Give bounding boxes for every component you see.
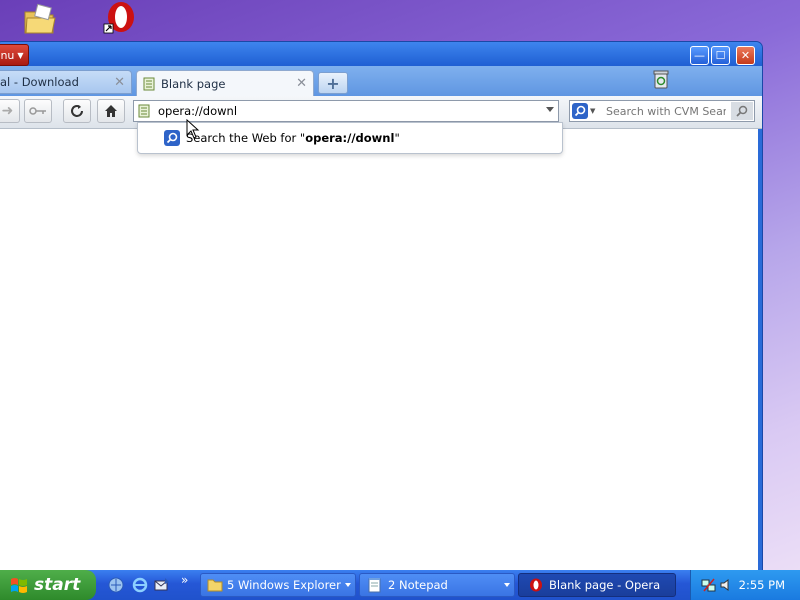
system-tray: 2:55 PM <box>690 570 800 600</box>
tab-close-icon[interactable]: ✕ <box>296 76 307 91</box>
address-input[interactable] <box>156 103 540 119</box>
search-engine-icon <box>164 130 180 146</box>
new-tab-button[interactable]: + <box>318 72 348 94</box>
reload-icon <box>71 105 83 117</box>
start-label: start <box>34 575 81 595</box>
chevron-down-icon: ▼ <box>17 50 24 60</box>
folder-icon <box>207 579 223 592</box>
minimize-icon: — <box>694 49 705 62</box>
mouse-cursor-icon <box>186 119 200 139</box>
outlook-express-icon[interactable] <box>154 577 170 593</box>
quick-launch-more-icon[interactable]: » <box>181 573 188 587</box>
internet-explorer-icon[interactable] <box>132 577 148 593</box>
task-label: Blank page - Opera <box>549 578 661 592</box>
task-label: 2 Notepad <box>388 578 448 592</box>
chevron-down-icon <box>345 583 351 587</box>
page-icon <box>143 77 155 90</box>
clock[interactable]: 2:55 PM <box>739 578 785 592</box>
task-opera[interactable]: Blank page - Opera <box>518 573 676 597</box>
dropdown-arrow-icon[interactable] <box>546 107 554 112</box>
search-icon <box>736 105 748 117</box>
volume-icon[interactable] <box>719 578 733 592</box>
tab-label: Blank page <box>161 76 226 91</box>
opera-menu-button[interactable]: nu ▼ <box>0 44 29 66</box>
search-box[interactable]: ▼ <box>569 100 755 122</box>
title-bar[interactable]: nu ▼ — ☐ ✕ <box>0 42 762 66</box>
tab-blank-page[interactable]: Blank page ✕ <box>136 70 314 96</box>
taskbar: start » 5 Windows Explorer 2 Notepad Bla… <box>0 570 800 600</box>
plus-icon: + <box>326 73 340 93</box>
reload-button[interactable] <box>63 99 91 123</box>
windows-logo-icon <box>11 578 27 593</box>
task-notepad[interactable]: 2 Notepad <box>359 573 515 597</box>
address-suggestion[interactable]: Search the Web for "opera://downl" <box>137 122 563 154</box>
tab-strip: al - Download ✕ Blank page ✕ + <box>0 66 762 96</box>
home-icon <box>105 105 117 117</box>
suggestion-text: Search the Web for "opera://downl" <box>186 131 400 145</box>
opera-icon <box>530 578 542 592</box>
network-icon[interactable] <box>701 577 717 593</box>
minimize-button[interactable]: — <box>690 46 709 65</box>
tab-close-icon[interactable]: ✕ <box>114 75 125 90</box>
notepad-icon <box>368 578 381 593</box>
tab-label: al - Download <box>0 75 79 89</box>
trash-icon[interactable] <box>650 68 672 90</box>
search-engine-icon <box>572 103 588 119</box>
start-button[interactable]: start <box>0 570 96 600</box>
suggestion-query: opera://downl <box>305 131 395 145</box>
chevron-down-icon <box>504 583 510 587</box>
maximize-button[interactable]: ☐ <box>711 46 730 65</box>
close-button[interactable]: ✕ <box>736 46 755 65</box>
search-go-button[interactable] <box>731 102 753 120</box>
task-windows-explorer[interactable]: 5 Windows Explorer <box>200 573 356 597</box>
task-label: 5 Windows Explorer <box>227 578 341 592</box>
page-icon <box>138 104 150 118</box>
wand-button[interactable] <box>24 99 52 123</box>
search-input[interactable] <box>604 103 728 119</box>
chevron-down-icon: ▼ <box>590 107 596 115</box>
home-button[interactable] <box>97 99 125 123</box>
browser-icon[interactable] <box>108 577 124 593</box>
maximize-icon: ☐ <box>715 49 726 62</box>
search-engine-selector[interactable]: ▼ <box>572 102 600 120</box>
arrow-right-icon: ➜ <box>1 103 14 119</box>
menu-label: nu <box>0 48 15 62</box>
suggestion-prefix: Search the Web for " <box>186 131 306 145</box>
suggestion-suffix: " <box>394 131 400 145</box>
page-content <box>0 129 758 570</box>
key-icon <box>29 107 46 115</box>
tab-download[interactable]: al - Download ✕ <box>0 70 132 94</box>
forward-button[interactable]: ➜ <box>0 99 20 123</box>
close-icon: ✕ <box>740 49 751 62</box>
opera-icon[interactable] <box>102 0 138 36</box>
folder-icon[interactable] <box>22 2 58 38</box>
